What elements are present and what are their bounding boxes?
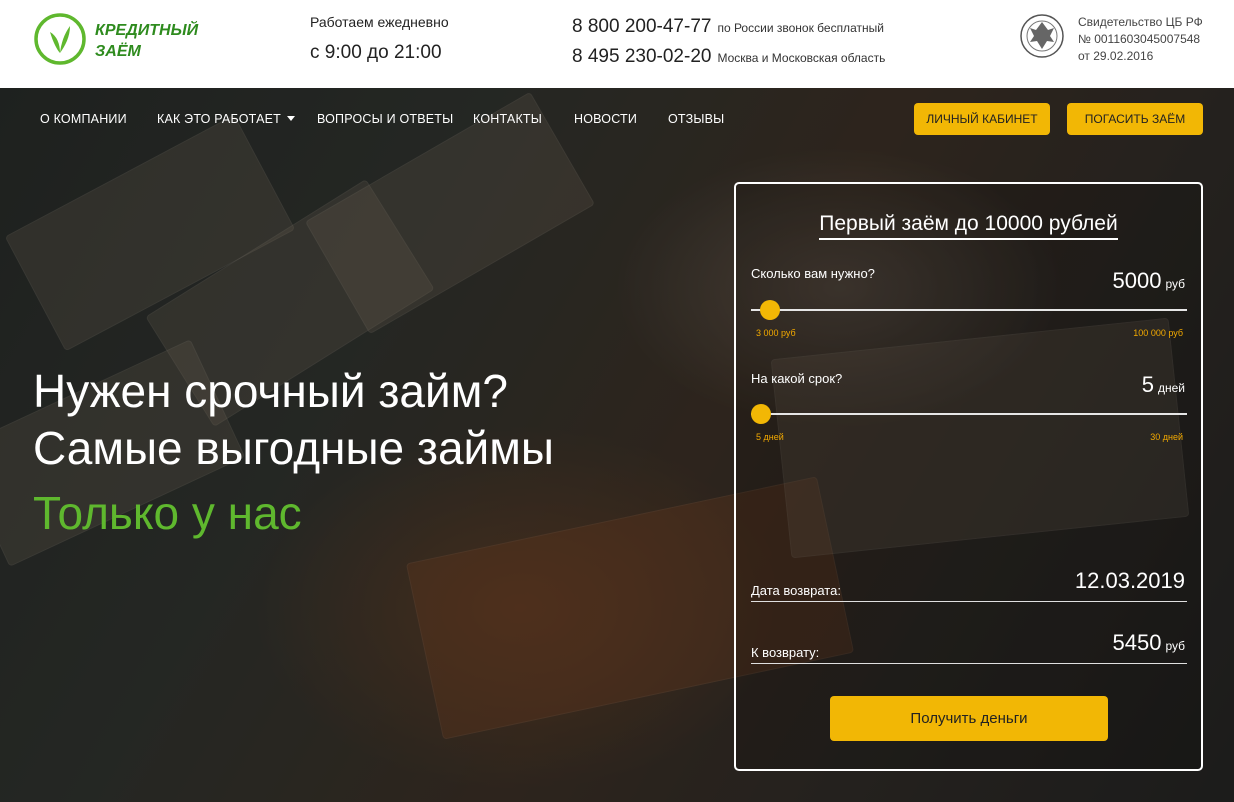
nav-item-news[interactable]: НОВОСТИ <box>574 112 637 126</box>
term-slider-handle[interactable] <box>751 404 771 424</box>
return-date-divider <box>751 601 1187 602</box>
logo[interactable]: КРЕДИТНЫЙ ЗАЁМ <box>33 12 213 68</box>
nav-item-how-it-works-label: КАК ЭТО РАБОТАЕТ <box>157 112 281 126</box>
logo-leaf-icon <box>34 13 86 65</box>
hours-time: с 9:00 до 21:00 <box>310 42 442 63</box>
return-amount-unit: руб <box>1165 639 1185 653</box>
phone-row-moscow: 8 495 230-02-20 Москва и Московская обла… <box>572 46 885 76</box>
return-date-value: 12.03.2019 <box>1074 568 1185 593</box>
term-unit: дней <box>1157 381 1185 395</box>
calculator-title: Первый заём до 10000 рублей <box>736 212 1201 240</box>
central-bank-seal-icon <box>1020 14 1064 58</box>
headline-line1: Нужен срочный займ? <box>33 365 508 417</box>
repay-loan-button[interactable]: ПОГАСИТЬ ЗАЁМ <box>1067 103 1203 135</box>
nav-item-contacts[interactable]: КОНТАКТЫ <box>473 112 542 126</box>
term-min-label: 5 дней <box>756 432 784 442</box>
nav-item-about[interactable]: О КОМПАНИИ <box>40 112 127 126</box>
phone-number-moscow[interactable]: 8 495 230-02-20 <box>572 46 711 68</box>
amount-unit: руб <box>1165 277 1185 291</box>
caret-down-icon <box>286 116 295 121</box>
return-amount-divider <box>751 663 1187 664</box>
amount-label: Сколько вам нужно? <box>751 266 875 281</box>
amount-slider[interactable] <box>751 300 1187 320</box>
working-hours: Работаем ежедневно с 9:00 до 21:00 <box>310 14 449 64</box>
term-value: 5 дней <box>1142 372 1185 398</box>
main-nav: О КОМПАНИИ КАК ЭТО РАБОТАЕТ ВОПРОСЫ И ОТ… <box>0 88 1234 150</box>
nav-item-faq[interactable]: ВОПРОСЫ И ОТВЕТЫ <box>317 112 453 126</box>
calculator-title-text: Первый заём до 10000 рублей <box>819 212 1118 240</box>
license-text: Свидетельство ЦБ РФ № 0011603045007548 о… <box>1078 14 1203 65</box>
amount-slider-handle[interactable] <box>759 300 780 320</box>
hero-headline: Нужен срочный займ? Самые выгодные займы… <box>33 363 673 542</box>
logo-line1: КРЕДИТНЫЙ <box>95 22 199 39</box>
return-date-label: Дата возврата: <box>751 583 841 598</box>
logo-text: КРЕДИТНЫЙ ЗАЁМ <box>95 20 198 62</box>
term-slider[interactable] <box>751 404 1187 424</box>
hours-label: Работаем ежедневно <box>310 14 449 30</box>
amount-min-label: 3 000 руб <box>756 328 796 338</box>
return-amount-value: 5450 руб <box>1113 630 1186 656</box>
nav-item-how-it-works[interactable]: КАК ЭТО РАБОТАЕТ <box>157 112 295 126</box>
site-header: КРЕДИТНЫЙ ЗАЁМ Работаем ежедневно с 9:00… <box>0 0 1234 88</box>
phone-note-moscow: Москва и Московская область <box>717 51 886 65</box>
license-date: от 29.02.2016 <box>1078 49 1154 63</box>
phone-block: 8 800 200-47-77 по России звонок бесплат… <box>572 16 885 76</box>
phone-row-russia: 8 800 200-47-77 по России звонок бесплат… <box>572 16 885 46</box>
amount-max-label: 100 000 руб <box>1133 328 1183 338</box>
loan-calculator: Первый заём до 10000 рублей Сколько вам … <box>734 182 1203 771</box>
return-amount-number: 5450 <box>1112 630 1162 655</box>
return-amount-label: К возврату: <box>751 645 820 660</box>
amount-value: 5000 руб <box>1113 268 1186 294</box>
license-number: № 0011603045007548 <box>1078 32 1201 46</box>
headline-line2: Самые выгодные займы <box>33 422 554 474</box>
term-number: 5 <box>1141 372 1154 397</box>
hero-section: О КОМПАНИИ КАК ЭТО РАБОТАЕТ ВОПРОСЫ И ОТ… <box>0 88 1234 802</box>
personal-cabinet-button[interactable]: ЛИЧНЫЙ КАБИНЕТ <box>914 103 1050 135</box>
logo-line2: ЗАЁМ <box>95 43 141 60</box>
amount-number: 5000 <box>1112 268 1162 293</box>
license-line1: Свидетельство ЦБ РФ <box>1078 15 1203 29</box>
term-label: На какой срок? <box>751 371 843 386</box>
term-max-label: 30 дней <box>1150 432 1183 442</box>
phone-note-russia: по России звонок бесплатный <box>717 21 884 35</box>
phone-number-russia[interactable]: 8 800 200-47-77 <box>572 16 711 38</box>
nav-item-reviews[interactable]: ОТЗЫВЫ <box>668 112 724 126</box>
get-money-button[interactable]: Получить деньги <box>830 696 1108 741</box>
headline-accent: Только у нас <box>33 487 302 539</box>
